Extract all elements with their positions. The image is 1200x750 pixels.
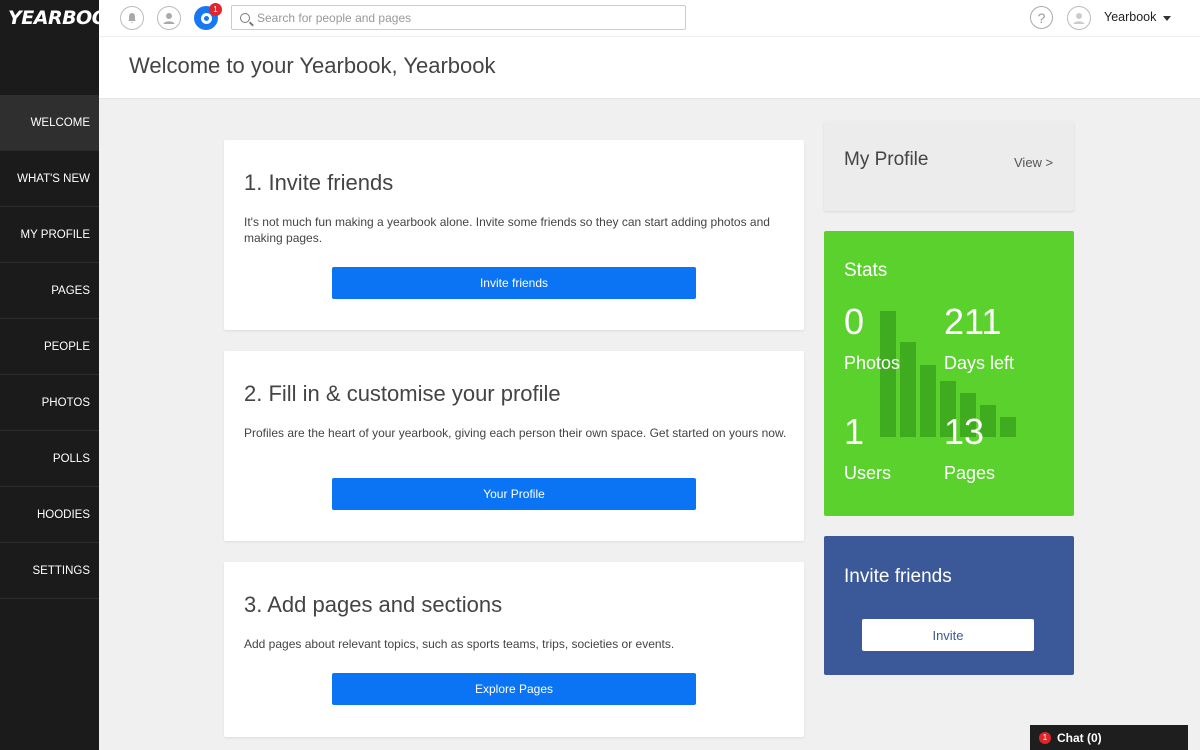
decor-bar [1000,417,1016,437]
photos-count: 0 [844,301,865,342]
stats-card: Stats 0 Photos 211 Days left 1 Users 13 … [824,231,1074,516]
users-count: 1 [844,411,865,452]
chat-label: Chat (0) [1057,730,1102,745]
messages-ring-icon [200,12,212,24]
step-description: Profiles are the heart of your yearbook,… [244,426,787,440]
step-description: It's not much fun making a yearbook alon… [244,215,770,245]
chat-bar[interactable]: 1 Chat (0) [1030,725,1188,750]
invite-friends-card: Invite friends Invite [824,536,1074,675]
user-menu-name[interactable]: Yearbook [1104,10,1156,24]
your-profile-button[interactable]: Your Profile [332,478,696,510]
search-box[interactable] [231,5,686,30]
pages-count: 13 [944,411,985,452]
invite-button[interactable]: Invite [862,619,1034,651]
photos-label: Photos [844,353,901,373]
decor-bar [920,365,936,437]
step-title: 2. Fill in & customise your profile [244,381,561,406]
top-bar: 1 ? Yearbook [99,0,1200,36]
notification-badge: 1 [209,3,222,16]
sidebar-item-hoodies[interactable]: HOODIES [0,487,99,543]
friends-avatar-icon[interactable] [157,6,181,30]
app-logo[interactable]: YEARBOOK [0,0,122,36]
step-description: Add pages about relevant topics, such as… [244,637,675,651]
view-profile-link[interactable]: View > [1014,155,1053,170]
sidebar-nav: WELCOME WHAT'S NEW MY PROFILE PAGES PEOP… [0,95,99,599]
sidebar-item-my-profile[interactable]: MY PROFILE [0,207,99,263]
days-left-count: 211 [944,301,1002,342]
explore-pages-button[interactable]: Explore Pages [332,673,696,705]
page-header: Welcome to your Yearbook, Yearbook [99,36,1200,99]
step-card-pages: 3. Add pages and sections Add pages abou… [224,562,804,737]
chat-badge: 1 [1039,731,1051,744]
sidebar-item-welcome[interactable]: WELCOME [0,95,99,151]
user-avatar-icon[interactable] [1067,6,1091,30]
search-icon [240,12,250,23]
users-label: Users [844,463,892,483]
notifications-bell-icon[interactable] [120,6,144,30]
sidebar-item-people[interactable]: PEOPLE [0,319,99,375]
chevron-down-icon[interactable] [1163,16,1171,21]
decor-bar [880,311,896,437]
decor-bar [900,342,916,437]
sidebar-item-whats-new[interactable]: WHAT'S NEW [0,151,99,207]
step-title: 3. Add pages and sections [244,592,503,617]
pages-label: Pages [944,463,996,483]
step-title: 1. Invite friends [244,170,394,195]
sidebar-item-photos[interactable]: PHOTOS [0,375,99,431]
sidebar: YEARBOOK WELCOME WHAT'S NEW MY PROFILE P… [0,0,122,750]
search-input[interactable] [257,10,677,25]
step-card-invite: 1. Invite friends It's not much fun maki… [224,140,804,330]
stats-title: Stats [844,260,888,281]
days-left-label: Days left [944,353,1015,373]
invite-card-title: Invite friends [844,566,952,587]
help-icon[interactable]: ? [1030,6,1053,29]
my-profile-card: My Profile View > [824,121,1074,211]
step-card-profile: 2. Fill in & customise your profile Prof… [224,351,804,541]
sidebar-item-settings[interactable]: SETTINGS [0,543,99,599]
messages-icon[interactable]: 1 [194,3,222,30]
page-title: Welcome to your Yearbook, Yearbook [129,53,496,78]
invite-friends-button[interactable]: Invite friends [332,267,696,299]
my-profile-title: My Profile [844,149,929,170]
sidebar-item-pages[interactable]: PAGES [0,263,99,319]
sidebar-item-polls[interactable]: POLLS [0,431,99,487]
